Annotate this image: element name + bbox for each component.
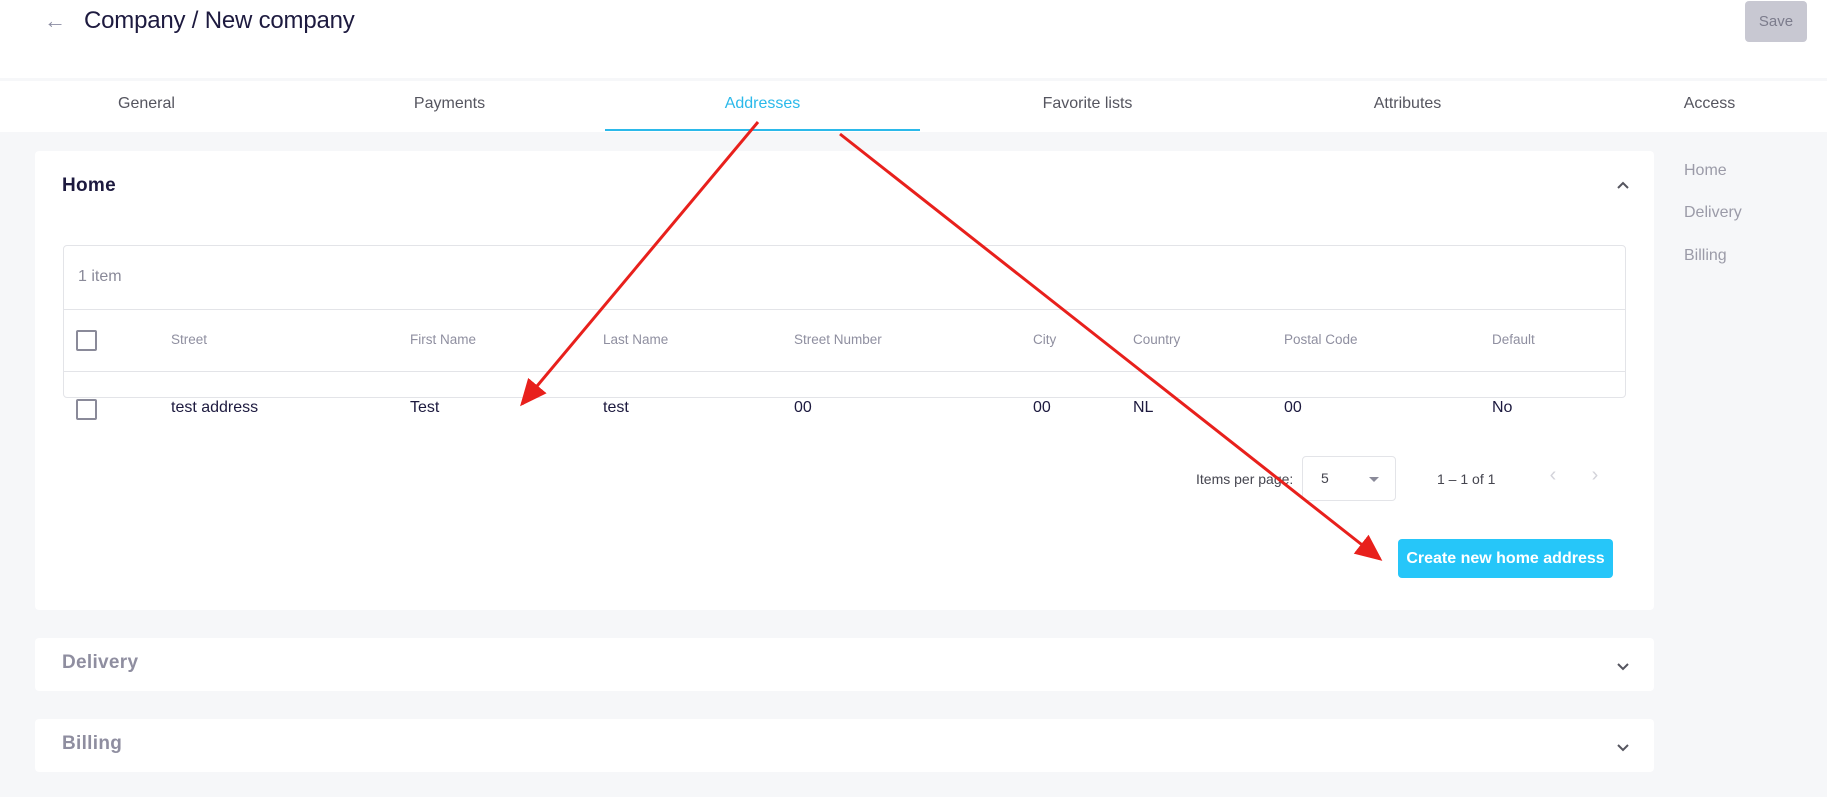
column-header-postal-code[interactable]: Postal Code: [1284, 332, 1358, 347]
cell-country: NL: [1133, 399, 1154, 416]
cell-postal-code: 00: [1284, 399, 1302, 416]
column-header-city[interactable]: City: [1033, 332, 1056, 347]
row-checkbox[interactable]: [76, 399, 97, 420]
top-bar: ← Company / New company Save: [0, 0, 1827, 78]
column-header-street[interactable]: Street: [171, 332, 207, 347]
cell-street-number: 00: [794, 399, 812, 416]
select-all-checkbox[interactable]: [76, 330, 97, 351]
delivery-section-title: Delivery: [62, 652, 139, 673]
tab-payments[interactable]: Payments: [292, 81, 607, 132]
chevron-up-icon[interactable]: [1615, 177, 1631, 193]
page-range: 1 – 1 of 1: [1437, 471, 1496, 487]
divider: [64, 371, 1625, 372]
items-per-page-value: 5: [1321, 470, 1329, 486]
cell-street: test address: [171, 399, 259, 416]
chevron-right-icon: ›: [1591, 464, 1599, 486]
page-title: Company / New company: [84, 7, 355, 34]
next-page-button[interactable]: ›: [1580, 460, 1610, 490]
side-nav-billing[interactable]: Billing: [1684, 247, 1727, 265]
side-nav-home[interactable]: Home: [1684, 162, 1727, 180]
divider: [64, 309, 1625, 310]
save-button[interactable]: Save: [1745, 1, 1807, 42]
tab-bar: General Payments Addresses Favorite list…: [0, 81, 1827, 132]
cell-default: No: [1492, 399, 1513, 416]
billing-section[interactable]: Billing: [35, 719, 1654, 772]
addresses-table: 1 item Street First Name Last Name Stree…: [63, 245, 1626, 420]
previous-page-button[interactable]: ‹: [1538, 460, 1568, 490]
delivery-section[interactable]: Delivery: [35, 638, 1654, 691]
tab-addresses[interactable]: Addresses: [605, 81, 920, 132]
tab-general[interactable]: General: [0, 81, 304, 132]
column-header-default[interactable]: Default: [1492, 332, 1535, 347]
items-per-page-select[interactable]: 5: [1302, 456, 1396, 501]
create-home-address-button[interactable]: Create new home address: [1398, 539, 1613, 578]
chevron-down-icon[interactable]: [1615, 740, 1631, 756]
dropdown-caret-icon: [1369, 477, 1379, 482]
chevron-down-icon[interactable]: [1615, 659, 1631, 675]
home-section: Home 1 item Street First Name Last Name …: [35, 151, 1654, 610]
billing-section-title: Billing: [62, 733, 123, 754]
cell-city: 00: [1033, 399, 1051, 416]
side-nav-delivery[interactable]: Delivery: [1684, 204, 1742, 222]
column-header-country[interactable]: Country: [1133, 332, 1180, 347]
tab-attributes[interactable]: Attributes: [1250, 81, 1565, 132]
column-header-first-name[interactable]: First Name: [410, 332, 476, 347]
cell-last-name: test: [603, 399, 629, 416]
tab-favorite-lists[interactable]: Favorite lists: [930, 81, 1245, 132]
item-count: 1 item: [78, 268, 122, 285]
column-header-street-number[interactable]: Street Number: [794, 332, 882, 347]
chevron-left-icon: ‹: [1549, 464, 1557, 486]
tab-access[interactable]: Access: [1552, 81, 1827, 132]
column-header-last-name[interactable]: Last Name: [603, 332, 668, 347]
back-arrow-icon[interactable]: ←: [44, 8, 68, 34]
cell-first-name: Test: [410, 399, 440, 416]
items-per-page-label: Items per page:: [1196, 471, 1294, 487]
home-section-title: Home: [62, 175, 116, 196]
